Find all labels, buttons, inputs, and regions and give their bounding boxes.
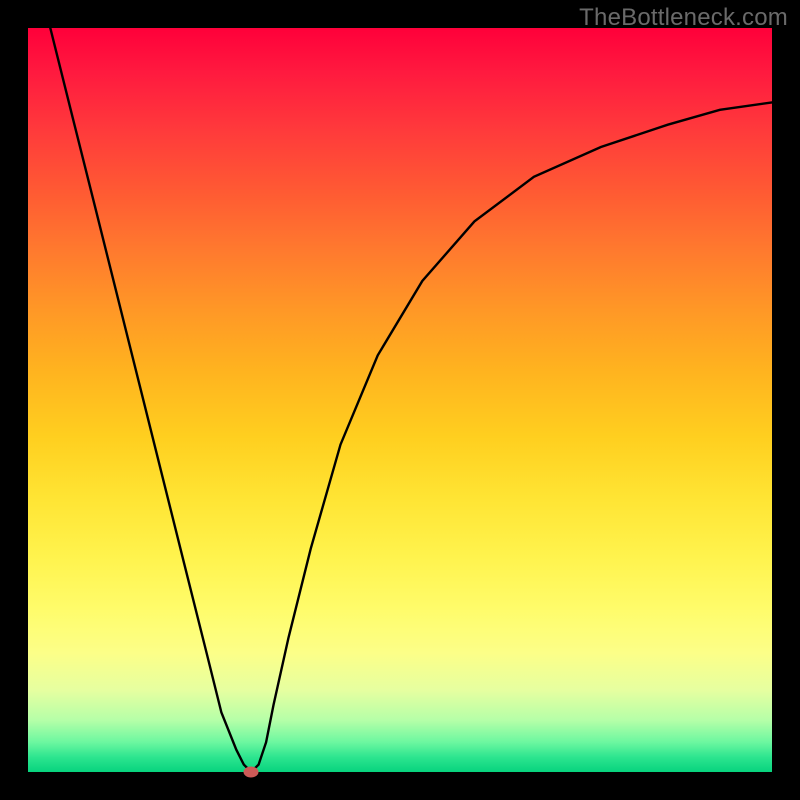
watermark-text: TheBottleneck.com <box>579 4 788 32</box>
chart-frame: TheBottleneck.com <box>0 0 800 800</box>
bottleneck-curve <box>50 28 772 772</box>
optimum-marker <box>244 767 259 778</box>
curve-svg <box>28 28 772 772</box>
plot-area <box>28 28 772 772</box>
